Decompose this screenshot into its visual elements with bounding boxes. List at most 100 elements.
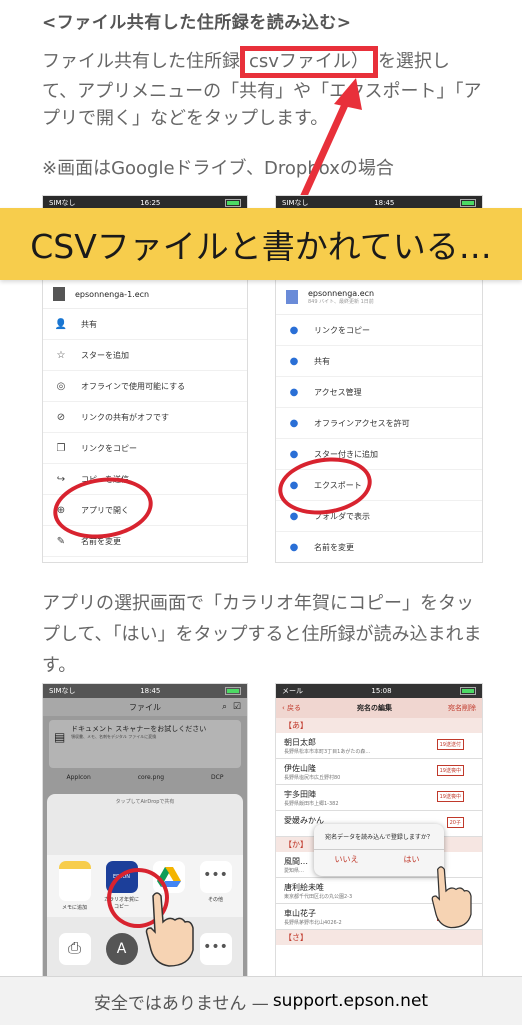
banner-text: CSVファイルと書かれている… <box>30 227 492 266</box>
status-badge: 19送喪中 <box>436 791 464 802</box>
dialog-buttons: いいえ はい <box>314 850 444 865</box>
share-app-notes[interactable]: メモに追加 <box>56 861 94 911</box>
browser-url-bar[interactable]: 安全ではありません — support.epson.net <box>0 976 522 1025</box>
menu-icon: ● <box>289 324 299 336</box>
menu-item[interactable]: ❐ リンクをコピー <box>43 433 247 464</box>
battery-icon <box>460 687 476 695</box>
carrier-label: SIMなし <box>49 199 76 207</box>
menu-icon: ● <box>289 448 299 460</box>
url-domain: support.epson.net <box>272 991 429 1011</box>
clock-label: 18:45 <box>374 199 395 207</box>
menu-item[interactable]: ● 共有 <box>276 346 482 377</box>
menu-item[interactable]: ● リンクをコピー <box>276 315 482 346</box>
confirm-dialog: 宛名データを読み込んで登録しますか？ いいえ はい <box>314 824 444 876</box>
clock-label: 15:08 <box>371 687 392 695</box>
forward-icon: ↪ <box>56 473 66 485</box>
share-action-appstore[interactable]: A <box>103 933 141 968</box>
dialog-no-button[interactable]: いいえ <box>314 850 379 865</box>
menu-item-label: オフラインアクセスを許可 <box>314 418 410 428</box>
status-bar: SIMなし 18:45 <box>43 684 247 698</box>
share-action-print[interactable]: ⎙ <box>56 933 94 968</box>
red-arrow <box>298 78 362 204</box>
file-header: epsonnenga-1.ecn <box>43 280 247 309</box>
pencil-icon: ✎ <box>56 535 66 547</box>
scanner-promo: ▤ ドキュメント スキャナーをお試しください 領収書、メモ、名刺をデジタル ファ… <box>49 720 241 768</box>
pointing-hand-icon <box>145 892 194 967</box>
file-name: epsonnenga-1.ecn <box>75 289 150 299</box>
more-icon: ••• <box>199 933 232 965</box>
battery-icon <box>460 199 476 207</box>
app-label: メモに追加 <box>61 905 87 911</box>
menu-item[interactable]: ● アクセス管理 <box>276 377 482 408</box>
menu-item[interactable]: ● オフラインアクセスを許可 <box>276 408 482 439</box>
phone-screenshot-share-sheet: SIMなし 18:45 ファイル ⌕ ☑ ▤ ドキュメント スキャナーをお試しく… <box>42 683 248 977</box>
menu-item[interactable]: ◎ オフラインで使用可能にする <box>43 371 247 402</box>
menu-item[interactable]: 👤 共有 <box>43 309 247 340</box>
battery-icon <box>225 199 241 207</box>
battery-icon <box>225 687 241 695</box>
back-button[interactable]: ‹ 戻る <box>282 703 301 713</box>
menu-item-label: リンクの共有がオフです <box>81 412 169 422</box>
menu-item[interactable]: ⊘ リンクの共有がオフです <box>43 402 247 433</box>
phone-screenshot-address-edit: メール 15:08 ‹ 戻る 宛名の編集 宛名削除 【あ】 朝日太郎 長野県松本市… <box>275 683 483 977</box>
address-name: 唐利絵未唯 <box>284 883 324 892</box>
menu-item-label: 名前を変更 <box>314 542 354 552</box>
file-item: core.png <box>137 774 165 781</box>
select-icon: ☑ <box>232 702 241 712</box>
menu-icon: ● <box>289 386 299 398</box>
copy-icon: ❐ <box>56 442 66 454</box>
menu-item-label: リンクをコピー <box>314 325 370 335</box>
address-list: 朝日太郎 長野県松本市本町3丁目1あがたの森… 19送送付 伊佐山隆 長野県塩尻市広丘野… <box>276 733 482 837</box>
more-icon: ••• <box>199 861 232 893</box>
status-badge: 19送送付 <box>436 739 464 750</box>
section-heading: <ファイル共有した住所録を読み込む> <box>42 13 352 33</box>
address-row[interactable]: 朝日太郎 長野県松本市本町3丁目1あがたの森… 19送送付 <box>276 733 482 759</box>
airdrop-hint: タップしてAirDropで共有 <box>115 799 175 805</box>
instruction-paragraph-2: アプリの選択画面で「カラリオ年賀にコピー」をタップして、「はい」をタップすると住… <box>42 593 482 676</box>
pointing-hand-icon <box>431 866 472 929</box>
share-app-more[interactable]: ••• その他 <box>197 861 235 911</box>
share-action-more[interactable]: ••• <box>197 933 235 968</box>
menu-item-label: オフラインで使用可能にする <box>81 381 186 391</box>
menu-icon: ● <box>289 355 299 367</box>
para1-before: ファイル共有した住所録 <box>42 51 240 72</box>
section-a: 【あ】 <box>276 718 482 733</box>
csv-highlight-box: csvファイル） <box>240 46 378 78</box>
menu-item-label: 共有 <box>81 319 97 329</box>
scanner-title: ドキュメント スキャナーをお試しください <box>71 725 207 733</box>
page: <ファイル共有した住所録を読み込む> ファイル共有した住所録 csvファイル） を選… <box>0 0 522 1025</box>
section-sa: 【さ】 <box>276 930 482 945</box>
menu-item[interactable]: ● 名前を変更 <box>276 532 482 562</box>
address-name: 風間… <box>284 857 308 866</box>
files-header: ファイル ⌕ ☑ <box>43 698 247 716</box>
menu-item[interactable]: ☆ スターを追加 <box>43 340 247 371</box>
menu-item-label: アクセス管理 <box>314 387 362 397</box>
security-warning: 安全ではありません — <box>93 993 269 1014</box>
back-label: 戻る <box>287 704 302 712</box>
file-meta: 849 バイト、最終更新 1日前 <box>308 299 374 305</box>
menu-item-label: 共有 <box>314 356 330 366</box>
notes-icon <box>58 861 91 901</box>
file-icon <box>53 287 65 301</box>
scanner-sub: 領収書、メモ、名刺をデジタル ファイルに変換 <box>71 734 157 739</box>
carrier-label: SIMなし <box>49 687 76 695</box>
delete-address-button[interactable]: 宛名削除 <box>448 703 476 713</box>
document-icon: ▤ <box>54 730 66 744</box>
dialog-message: 宛名データを読み込んで登録しますか？ <box>314 824 444 850</box>
nav-title: 宛名の編集 <box>357 704 393 712</box>
search-icon: ⌕ <box>221 702 227 712</box>
clock-label: 18:45 <box>140 687 161 695</box>
address-row[interactable]: 伊佐山隆 長野県塩尻市広丘野村80 19送喪中 <box>276 759 482 785</box>
menu-item-label: リンクをコピー <box>81 443 137 453</box>
status-badge: 19送喪中 <box>436 765 464 776</box>
menu-icon: ● <box>289 541 299 553</box>
callout-banner: CSVファイルと書かれている… <box>0 208 522 280</box>
file-name: epsonnenga.ecn <box>308 289 375 298</box>
clock-label: 16:25 <box>140 199 161 207</box>
menu-icon: ● <box>289 417 299 429</box>
address-row[interactable]: 宇多田陣 長野県飯田市上郷1-382 19送喪中 <box>276 785 482 811</box>
files-title: ファイル <box>129 702 161 712</box>
file-name-block: epsonnenga.ecn 849 バイト、最終更新 1日前 <box>308 289 374 305</box>
nav-bar: ‹ 戻る 宛名の編集 宛名削除 <box>276 698 482 718</box>
